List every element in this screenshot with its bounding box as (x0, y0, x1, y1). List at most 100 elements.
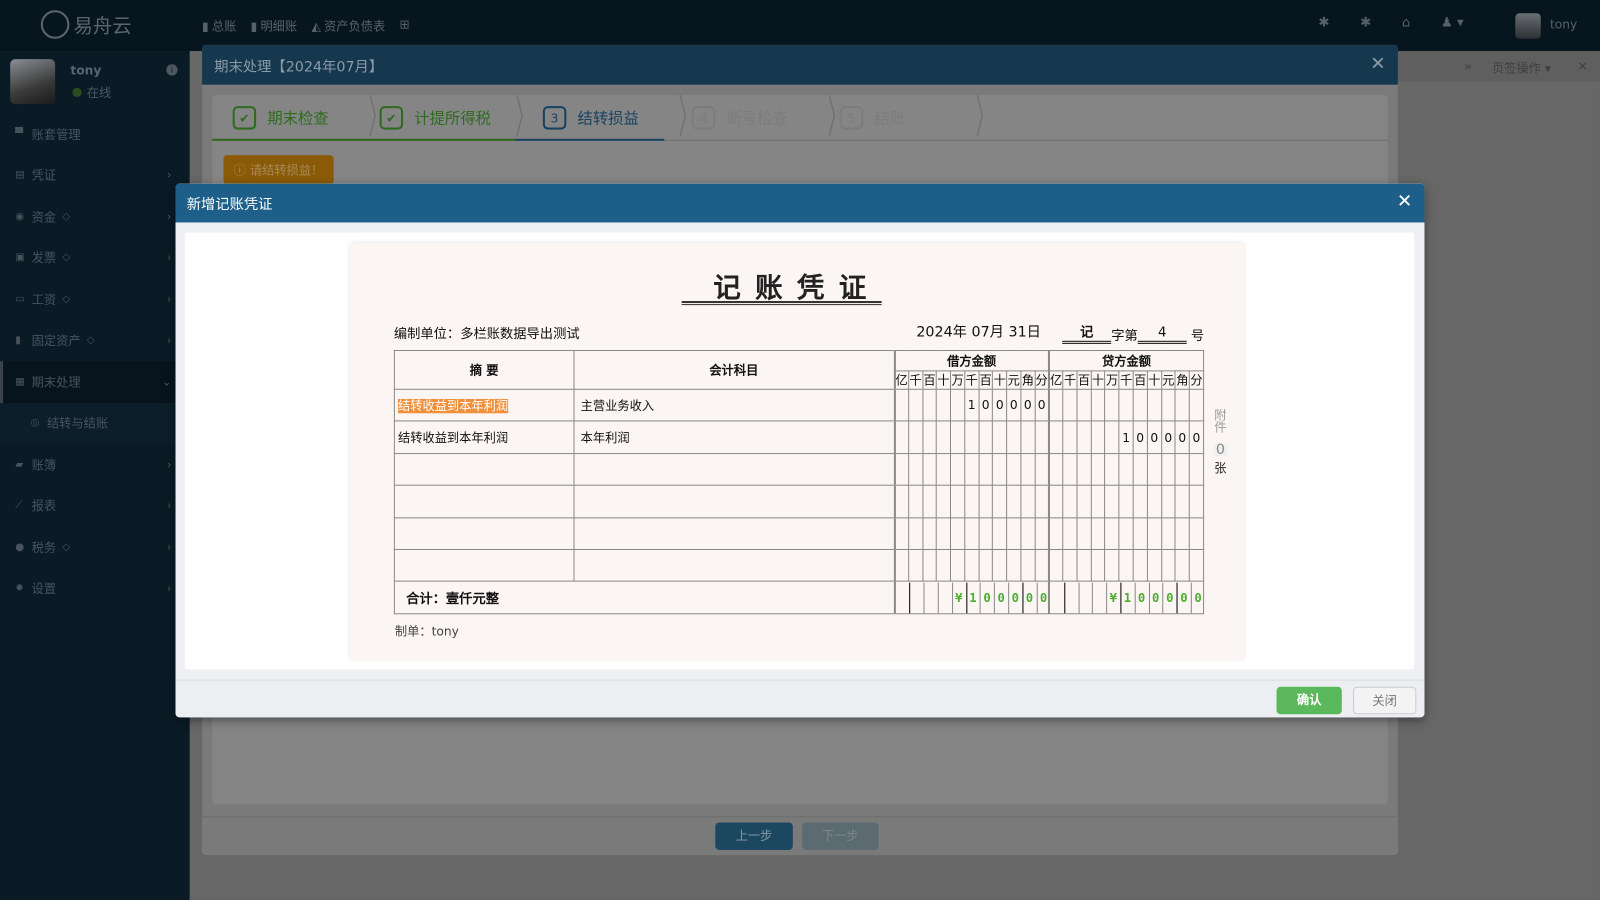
voucher-number-field[interactable]: 4 (1137, 326, 1187, 344)
amount-digit: 0 (1188, 420, 1205, 454)
sidebar-item[interactable]: ⟋ 报表 › (0, 485, 190, 526)
amount-digit (1020, 516, 1036, 550)
step-number: 3 (542, 106, 567, 130)
digit-divider (1078, 582, 1080, 613)
account-cell[interactable] (573, 484, 895, 518)
invoice-icon: ▣ (15, 252, 25, 264)
summary-cell[interactable] (393, 484, 575, 518)
avatar (10, 59, 56, 105)
digit-divider (1106, 582, 1108, 613)
bug-icon[interactable]: ✱ (1318, 15, 1329, 30)
tab-bar: » 页签操作 ▾ ✕ (1397, 51, 1600, 82)
sidebar: tony 在线 i ▀ 账套管理 ▤ 凭证 › ◉ 资金 ◇ › ▣ 发票 ◇ › ▭ 工资 ◇ › ▮ 固定资产 ◇… (0, 51, 190, 900)
next-step-button[interactable]: 下一步 (802, 822, 879, 850)
sidebar-item[interactable]: ✹ 设置 › (0, 568, 190, 609)
account-cell[interactable] (573, 516, 895, 550)
user-name[interactable]: tony (1550, 17, 1577, 31)
summary-cell[interactable]: 结转收益到本年利润 (393, 388, 575, 422)
amount-digit (1104, 388, 1120, 422)
sidebar-item[interactable]: ◎ 结转与结账 (0, 402, 190, 444)
bookmark-icon: ▮ (250, 19, 258, 34)
amount-digit (1174, 516, 1190, 550)
amount-digit (1034, 484, 1050, 518)
step-4[interactable]: 4 断号检查 (691, 95, 788, 141)
sidebar-item[interactable]: ◉ 资金 ◇ › (0, 196, 190, 237)
chevron-icon: › (166, 333, 172, 348)
voucher-icon: ▤ (15, 169, 25, 181)
online-status: 在线 (72, 84, 111, 101)
voucher-date[interactable]: 2024年 07月 31日 (916, 321, 1041, 341)
voucher-word-field[interactable]: 记 (1062, 321, 1112, 344)
amount-digit (1104, 516, 1120, 550)
sidebar-item[interactable]: ▀ 账套管理 (0, 113, 190, 154)
account-cell[interactable] (573, 548, 895, 582)
attachment-count[interactable]: 0 (1213, 443, 1228, 457)
account-cell[interactable] (573, 452, 895, 486)
amount-digit (1076, 452, 1092, 486)
sidebar-item[interactable]: ▤ 凭证 › (0, 155, 190, 196)
amount-digit (936, 420, 952, 454)
amount-digit: 0 (1160, 420, 1176, 454)
summary-cell[interactable] (393, 516, 575, 550)
step-2[interactable]: ✔ 计提所得税 (379, 95, 491, 141)
summary-cell[interactable] (393, 548, 575, 582)
amount-digit (907, 484, 923, 518)
digit-header: 千 (1062, 370, 1078, 390)
sidebar-item[interactable]: ▭ 工资 ◇ › (0, 279, 190, 320)
sidebar-item[interactable]: ▰ 账簿 › (0, 444, 190, 485)
forward-icon[interactable]: » (1464, 59, 1471, 73)
step-separator: 〉 (515, 91, 534, 144)
sidebar-item[interactable]: ▦ 期末处理 ⌄ (0, 361, 190, 403)
sidebar-item[interactable]: ▮ 固定资产 ◇ › (0, 320, 190, 361)
sidebar-item[interactable]: ▣ 发票 ◇ › (0, 237, 190, 278)
amount-digit (1006, 484, 1022, 518)
avatar[interactable] (1515, 13, 1541, 39)
step-5[interactable]: 5 结账 (839, 95, 905, 141)
plus-square-icon[interactable]: ⊞ (399, 17, 409, 34)
digit-header: 万 (950, 370, 966, 390)
amount-digit: 0 (1020, 388, 1036, 422)
home-icon[interactable]: ⌂ (1402, 15, 1410, 30)
sidebar-item[interactable]: ● 税务 ◇ › (0, 527, 190, 568)
confirm-button[interactable]: 确认 (1276, 686, 1342, 715)
new-voucher-modal: 新增记账凭证 ✕ 记账凭证 编制单位：多栏账数据导出测试 2024年 07月 3… (175, 183, 1425, 718)
archive-icon: ▀ (15, 128, 24, 140)
amount-digit (992, 484, 1008, 518)
amount-digit (936, 516, 952, 550)
close-icon[interactable]: ✕ (1397, 191, 1412, 212)
amount-digit (1188, 516, 1205, 550)
nav-detail-ledger[interactable]: ▮ 明细账 (251, 17, 298, 34)
nav-general-ledger[interactable]: ▮ 总账 (202, 17, 236, 34)
table-row: 结转收益到本年利润 本年利润 1 0 0 0 0 0 (393, 420, 1205, 454)
amount-digit (1020, 452, 1036, 486)
voucher-table: 摘 要会计科目 借方金额 贷方金额亿千百十万千百十元角分亿千百十万千百十元角分结转收… (393, 349, 1205, 615)
chevron-icon: › (166, 457, 172, 472)
info-icon[interactable]: i (166, 64, 178, 76)
close-icon[interactable]: ✕ (1370, 53, 1385, 74)
amount-digit (1006, 420, 1022, 454)
amount-digit (921, 516, 938, 550)
user-menu-icon[interactable]: ♟ ▾ (1441, 15, 1464, 30)
step-1[interactable]: ✔ 期末检查 (232, 95, 329, 141)
close-button[interactable]: 关闭 (1353, 686, 1417, 715)
tab-actions-dropdown[interactable]: 页签操作 ▾ (1492, 59, 1551, 76)
summary-cell[interactable] (393, 452, 575, 486)
amount-digit (1062, 388, 1078, 422)
digit-divider (1092, 582, 1094, 613)
total-label: 合计：壹仟元整 (393, 580, 895, 615)
prev-step-button[interactable]: 上一步 (715, 822, 793, 850)
close-icon[interactable]: ✕ (1578, 59, 1588, 73)
digit-header: 亿 (1047, 370, 1064, 390)
logo[interactable]: 易舟云 (40, 10, 132, 39)
total-amount: ¥100000 (955, 590, 1054, 605)
nav-balance-sheet[interactable]: ◭ 资产负债表 (311, 17, 385, 34)
account-cell[interactable]: 主营业务收入 (573, 388, 895, 422)
amount-digit (893, 452, 909, 486)
amount-digit (1188, 388, 1205, 422)
amount-digit (1047, 452, 1064, 486)
digit-header: 亿 (893, 370, 909, 390)
bug-icon[interactable]: ✱ (1360, 15, 1371, 30)
step-3[interactable]: 3 结转损益 (542, 95, 639, 141)
account-cell[interactable]: 本年利润 (573, 420, 895, 454)
summary-cell[interactable]: 结转收益到本年利润 (393, 420, 575, 454)
